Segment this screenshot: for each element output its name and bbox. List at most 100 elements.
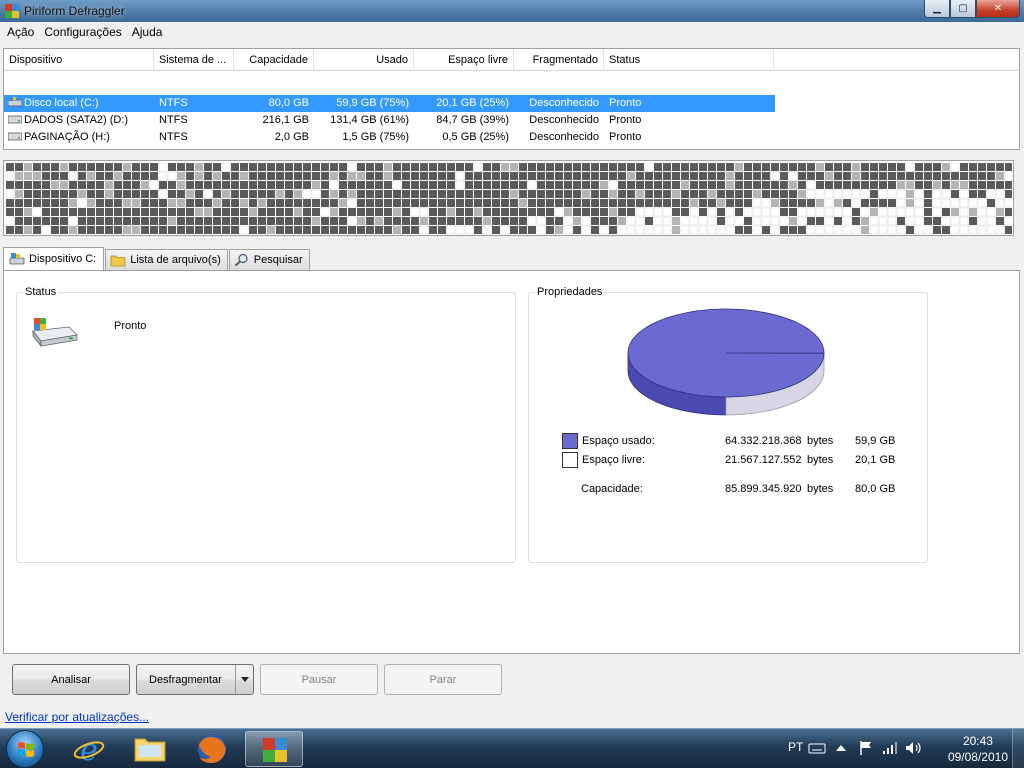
prop-free-size: 20,1 GB: [855, 454, 896, 466]
check-updates-link[interactable]: Verificar por atualizações...: [5, 710, 149, 724]
close-button[interactable]: ✕: [976, 0, 1020, 18]
taskbar-explorer[interactable]: [121, 731, 179, 767]
cluster-block: [69, 190, 77, 198]
system-clock[interactable]: 20:43 09/08/2010: [948, 733, 1008, 765]
defrag-dropdown[interactable]: [235, 665, 253, 694]
drive-row-c[interactable]: Disco local (C:) NTFS 80,0 GB 59,9 GB (7…: [4, 95, 775, 112]
cluster-block: [744, 217, 752, 225]
clock-date: 09/08/2010: [947, 750, 1008, 764]
column-usado[interactable]: Usado: [314, 49, 414, 71]
maximize-button[interactable]: ▢: [950, 0, 976, 18]
cluster-map[interactable]: [3, 160, 1014, 236]
cluster-block: [51, 226, 59, 234]
column-dispositivo[interactable]: Dispositivo: [4, 49, 154, 71]
main-window: Ação Configurações Ajuda Dispositivo Sis…: [0, 22, 1024, 728]
network-signal-icon[interactable]: [882, 741, 898, 755]
cluster-block: [735, 190, 743, 198]
volume-icon[interactable]: [905, 741, 923, 755]
cluster-block: [240, 190, 248, 198]
analyze-button[interactable]: Analisar: [12, 664, 130, 695]
cluster-block: [51, 208, 59, 216]
cluster-block: [474, 217, 482, 225]
cluster-block: [285, 226, 293, 234]
taskbar-defraggler[interactable]: [245, 731, 303, 767]
cluster-block: [132, 226, 140, 234]
cluster-block: [402, 172, 410, 180]
cluster-block: [573, 208, 581, 216]
language-indicator[interactable]: PT: [788, 740, 803, 754]
stop-button[interactable]: Parar: [384, 664, 502, 695]
cluster-block: [240, 199, 248, 207]
cluster-block: [744, 181, 752, 189]
cluster-block: [798, 190, 806, 198]
tab-label: Dispositivo C:: [29, 253, 97, 265]
cluster-block: [141, 217, 149, 225]
cluster-block: [770, 225, 780, 235]
column-sistema[interactable]: Sistema de ...: [154, 49, 234, 71]
cluster-block: [375, 199, 383, 207]
drive-row-d[interactable]: DADOS (SATA2) (D:) NTFS 216,1 GB 131,4 G…: [4, 112, 775, 129]
menu-acao[interactable]: Ação: [2, 22, 39, 42]
cluster-block: [33, 172, 41, 180]
cluster-block: [861, 226, 869, 234]
show-hidden-icons-icon[interactable]: [836, 744, 846, 752]
cluster-block: [312, 208, 320, 216]
cluster-block: [96, 163, 104, 171]
cluster-block: [978, 181, 986, 189]
cluster-block: [888, 199, 896, 207]
tab-lista-arquivos[interactable]: Lista de arquivo(s): [105, 249, 228, 270]
cluster-block: [690, 199, 698, 207]
cluster-block: [474, 199, 482, 207]
cluster-block: [474, 181, 482, 189]
drive-row-h[interactable]: PAGINAÇÃO (H:) NTFS 2,0 GB 1,5 GB (75%) …: [4, 129, 775, 146]
cluster-block: [752, 207, 762, 217]
drive-capacity: 2,0 GB: [274, 131, 309, 143]
defrag-button[interactable]: Desfragmentar: [136, 664, 254, 695]
cluster-block: [447, 181, 455, 189]
start-button[interactable]: [6, 730, 44, 768]
cluster-block: [267, 199, 275, 207]
cluster-block: [105, 226, 113, 234]
cluster-block: [816, 181, 824, 189]
cluster-block: [870, 172, 878, 180]
cluster-block: [842, 207, 852, 217]
tab-dispositivo[interactable]: Dispositivo C:: [3, 247, 105, 270]
cluster-block: [618, 172, 626, 180]
cluster-block: [654, 172, 662, 180]
taskbar-internet-explorer[interactable]: e: [60, 731, 118, 768]
column-espaco-livre[interactable]: Espaço livre: [414, 49, 514, 71]
column-status[interactable]: Status: [604, 49, 774, 71]
cluster-block: [906, 172, 914, 180]
cluster-block: [734, 216, 744, 226]
cluster-block: [834, 163, 842, 171]
cluster-block: [510, 181, 518, 189]
minimize-button[interactable]: ▁: [924, 0, 950, 18]
menu-ajuda[interactable]: Ajuda: [127, 22, 168, 42]
action-center-flag-icon[interactable]: [858, 740, 874, 756]
taskbar-firefox[interactable]: [183, 731, 241, 767]
cluster-block: [258, 190, 266, 198]
cluster-block: [851, 225, 861, 235]
show-desktop-button[interactable]: [1012, 729, 1024, 768]
keyboard-icon[interactable]: [808, 741, 826, 755]
cluster-block: [860, 207, 870, 217]
cluster-block: [33, 226, 41, 234]
menu-configuracoes[interactable]: Configurações: [39, 22, 126, 42]
cluster-block: [986, 189, 996, 199]
title-bar[interactable]: Piriform Defraggler ▁ ▢ ✕: [0, 0, 1024, 22]
column-capacidade[interactable]: Capacidade: [234, 49, 314, 71]
cluster-block: [78, 208, 86, 216]
cluster-block: [213, 163, 221, 171]
cluster-block: [537, 208, 545, 216]
drive-list[interactable]: Dispositivo Sistema de ... Capacidade Us…: [3, 48, 1020, 150]
cluster-block: [186, 181, 194, 189]
cluster-block: [555, 181, 563, 189]
cluster-block: [6, 181, 14, 189]
column-fragmentado[interactable]: Fragmentado: [514, 49, 604, 71]
cluster-block: [995, 225, 1005, 235]
cluster-block: [384, 199, 392, 207]
drive-status: Pronto: [609, 114, 642, 126]
pause-button[interactable]: Pausar: [260, 664, 378, 695]
tab-pesquisar[interactable]: Pesquisar: [228, 249, 310, 270]
prop-used-bytes: 64.332.218.368: [725, 435, 802, 447]
